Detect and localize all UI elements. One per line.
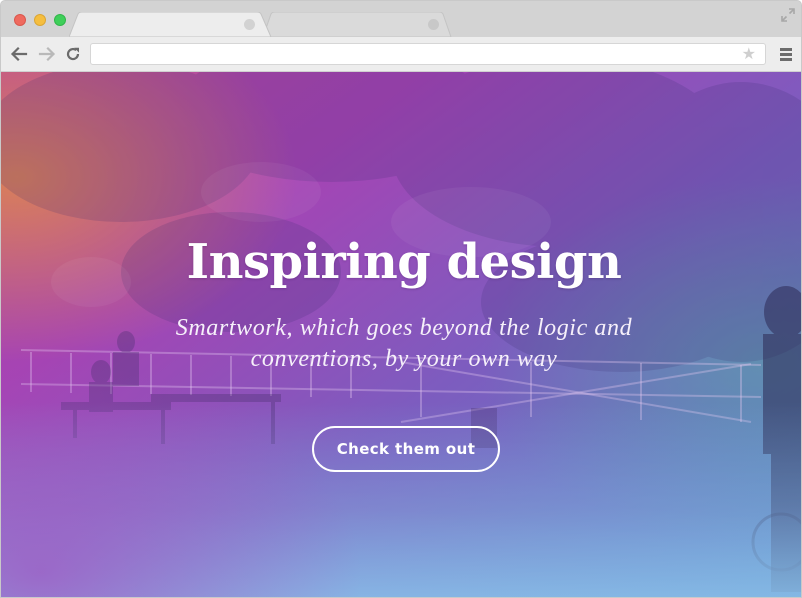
tab-inactive[interactable] bbox=[263, 12, 455, 37]
hero-subtitle: Smartwork, which goes beyond the logic a… bbox=[175, 315, 633, 372]
window-close-button[interactable] bbox=[14, 14, 26, 26]
menu-bar-line bbox=[780, 48, 792, 51]
tab-active[interactable] bbox=[69, 12, 273, 37]
hamburger-menu-icon[interactable] bbox=[780, 48, 792, 61]
page-viewport: Inspiring design Smartwork, which goes b… bbox=[1, 72, 801, 597]
menu-bar-line bbox=[780, 58, 792, 61]
check-them-out-button[interactable]: Check them out bbox=[312, 426, 500, 472]
arrow-right-icon[interactable] bbox=[38, 45, 56, 63]
expand-arrows-icon[interactable] bbox=[781, 8, 795, 22]
reload-icon[interactable] bbox=[64, 45, 82, 63]
hero-section: Inspiring design Smartwork, which goes b… bbox=[1, 72, 801, 597]
browser-window: ★ Inspiring design Smartwork, which goes… bbox=[0, 0, 802, 598]
tab-close-icon[interactable] bbox=[428, 19, 439, 30]
hero-title: Inspiring design bbox=[186, 234, 622, 290]
address-bar[interactable]: ★ bbox=[90, 43, 766, 65]
window-minimize-button[interactable] bbox=[34, 14, 46, 26]
tab-strip bbox=[1, 1, 801, 37]
tab-shape bbox=[263, 12, 452, 37]
tab-close-icon[interactable] bbox=[244, 19, 255, 30]
window-maximize-button[interactable] bbox=[54, 14, 66, 26]
browser-toolbar: ★ bbox=[1, 37, 801, 72]
star-icon[interactable]: ★ bbox=[742, 47, 756, 63]
arrow-left-icon[interactable] bbox=[10, 45, 28, 63]
tab-shape bbox=[69, 12, 272, 37]
menu-bar-line bbox=[780, 53, 792, 56]
address-input[interactable] bbox=[97, 45, 741, 65]
